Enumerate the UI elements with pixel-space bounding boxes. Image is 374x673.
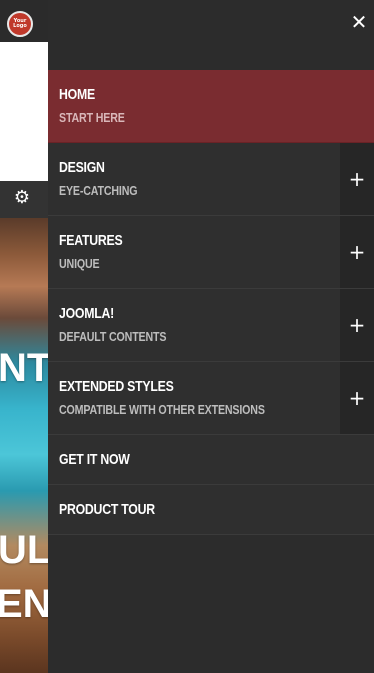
- menu-item-title: DESIGN: [59, 159, 105, 176]
- expand-plus-icon[interactable]: +: [340, 143, 374, 215]
- menu-list: HOME START HERE DESIGN EYE-CATCHING + FE…: [48, 70, 374, 535]
- menu-item-subtitle: DEFAULT CONTENTS: [59, 329, 167, 344]
- menu-link-home[interactable]: HOME START HERE: [48, 70, 374, 142]
- background-top-bar: Your Logo: [0, 0, 48, 42]
- hero-text-line: UL: [0, 528, 48, 572]
- menu-item-title: HOME: [59, 86, 95, 103]
- menu-item-title: EXTENDED STYLES: [59, 378, 174, 395]
- menu-link-extended-styles[interactable]: EXTENDED STYLES COMPATIBLE WITH OTHER EX…: [48, 362, 340, 434]
- hero-text-line: ENT: [0, 582, 48, 626]
- site-logo[interactable]: Your Logo: [7, 11, 33, 37]
- menu-item-design: DESIGN EYE-CATCHING +: [48, 143, 374, 216]
- menu-item-title: PRODUCT TOUR: [59, 501, 155, 518]
- gear-icon[interactable]: ⚙: [12, 188, 32, 208]
- menu-link-joomla[interactable]: JOOMLA! DEFAULT CONTENTS: [48, 289, 340, 361]
- background-toolbar: ⚙: [0, 181, 48, 218]
- hero-banner: NT UL ENT: [0, 218, 48, 673]
- menu-item-extended-styles: EXTENDED STYLES COMPATIBLE WITH OTHER EX…: [48, 362, 374, 435]
- hero-text-line: NT: [0, 346, 48, 390]
- menu-item-title: GET IT NOW: [59, 451, 130, 468]
- menu-item-title: JOOMLA!: [59, 305, 115, 322]
- menu-link-features[interactable]: FEATURES UNIQUE: [48, 216, 340, 288]
- menu-item-get-it-now: GET IT NOW: [48, 435, 374, 485]
- menu-link-get-it-now[interactable]: GET IT NOW: [48, 435, 374, 484]
- menu-item-title: FEATURES: [59, 232, 123, 249]
- logo-text: Your Logo: [13, 18, 27, 29]
- menu-item-product-tour: PRODUCT TOUR: [48, 485, 374, 535]
- menu-item-home: HOME START HERE: [48, 70, 374, 143]
- menu-item-features: FEATURES UNIQUE +: [48, 216, 374, 289]
- expand-plus-icon[interactable]: +: [340, 362, 374, 434]
- menu-item-subtitle: UNIQUE: [59, 256, 100, 271]
- expand-plus-icon[interactable]: +: [340, 216, 374, 288]
- menu-item-joomla: JOOMLA! DEFAULT CONTENTS +: [48, 289, 374, 362]
- menu-item-subtitle: COMPATIBLE WITH OTHER EXTENSIONS: [59, 402, 265, 417]
- menu-item-subtitle: EYE-CATCHING: [59, 183, 138, 198]
- menu-item-subtitle: START HERE: [59, 110, 125, 125]
- menu-header: ✕: [48, 0, 374, 70]
- background-page: Your Logo ⚙ NT UL ENT: [0, 0, 48, 673]
- expand-plus-icon[interactable]: +: [340, 289, 374, 361]
- offcanvas-menu: ✕ HOME START HERE DESIGN EYE-CATCHING + …: [48, 0, 374, 673]
- close-icon[interactable]: ✕: [348, 11, 370, 33]
- menu-link-design[interactable]: DESIGN EYE-CATCHING: [48, 143, 340, 215]
- menu-link-product-tour[interactable]: PRODUCT TOUR: [48, 485, 374, 534]
